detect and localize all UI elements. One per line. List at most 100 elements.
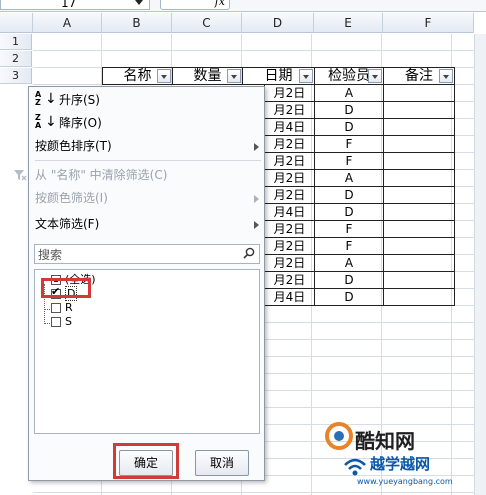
checkbox-unchecked[interactable] — [51, 303, 61, 313]
filter-dropdown-button[interactable] — [227, 69, 241, 83]
table-cell[interactable]: D — [314, 204, 384, 221]
table-cell[interactable]: D — [314, 272, 384, 289]
table-cell[interactable]: 月2日 — [264, 170, 315, 187]
menu-item-label: 升序(S) — [59, 93, 100, 107]
menu-item-sort-descending[interactable]: Z A ↓ 降序(O) — [35, 112, 259, 134]
table-cell[interactable]: D — [314, 119, 384, 136]
menu-item-label: 降序(O) — [59, 116, 102, 130]
table-header-remarks: 备注 — [383, 67, 455, 85]
filter-dropdown-button[interactable] — [157, 69, 171, 83]
brand-logo-icon — [325, 422, 353, 450]
remarks-column — [383, 85, 455, 306]
table-cell[interactable]: 月2日 — [264, 238, 315, 255]
inspector-column: ADDFFADDFFADD — [314, 85, 384, 306]
row-header-3[interactable]: 3 — [0, 68, 32, 84]
search-placeholder: 搜索 — [38, 248, 63, 262]
name-box[interactable]: 17 — [0, 0, 150, 10]
submenu-arrow-icon — [254, 143, 259, 151]
filter-dropdown-button[interactable] — [368, 69, 382, 83]
column-header-c[interactable]: C — [172, 13, 242, 33]
table-cell[interactable] — [383, 187, 455, 204]
table-cell[interactable]: F — [314, 238, 384, 255]
table-cell[interactable]: 月2日 — [264, 272, 315, 289]
list-item-label: S — [65, 315, 72, 328]
date-column: 月2日 月2日 月4日 月2日 月2日 月2日 月2日 月4日 月2日 月2日 月2日 月2日 月4日 — [264, 85, 315, 306]
table-header-name: 名称 — [102, 67, 173, 85]
table-cell[interactable] — [383, 238, 455, 255]
table-header-label: 检验员 — [328, 68, 370, 84]
filter-search-input[interactable]: 搜索 — [34, 244, 260, 264]
column-header-a[interactable]: A — [33, 13, 102, 33]
table-cell[interactable]: F — [314, 153, 384, 170]
table-cell[interactable] — [383, 289, 455, 306]
table-cell[interactable]: 月4日 — [264, 289, 315, 306]
table-header-inspector: 检验员 — [314, 67, 384, 85]
watermark-url: www.yueyangbang.com — [357, 477, 453, 486]
menu-item-filter-by-color: 按颜色筛选(I) — [35, 187, 261, 209]
menu-item-sort-ascending[interactable]: A Z ↓ 升序(S) — [35, 89, 259, 111]
table-cell[interactable]: 月2日 — [264, 221, 315, 238]
table-cell[interactable]: 月2日 — [264, 187, 315, 204]
menu-separator — [35, 160, 261, 161]
column-header-f[interactable]: F — [383, 13, 474, 33]
item-d-highlight — [41, 278, 91, 298]
table-header-label: 日期 — [264, 68, 293, 84]
row-header-1[interactable]: 1 — [0, 34, 32, 50]
list-item-r[interactable]: R — [51, 302, 73, 316]
table-cell[interactable]: 月4日 — [264, 119, 315, 136]
table-cell[interactable] — [383, 272, 455, 289]
table-cell[interactable] — [383, 136, 455, 153]
table-cell[interactable]: A — [314, 255, 384, 272]
table-cell[interactable]: A — [314, 170, 384, 187]
sort-descending-icon: Z A ↓ — [35, 113, 57, 130]
table-cell[interactable] — [383, 170, 455, 187]
table-cell[interactable] — [383, 255, 455, 272]
cancel-button[interactable]: 取消 — [195, 450, 249, 476]
table-cell[interactable]: D — [314, 187, 384, 204]
table-cell[interactable]: 月2日 — [264, 255, 315, 272]
table-cell[interactable]: 月4日 — [264, 204, 315, 221]
column-header-e[interactable]: E — [314, 13, 383, 33]
filter-dropdown-button[interactable] — [439, 69, 453, 83]
table-header-date: 日期 — [242, 67, 315, 85]
checkbox-unchecked[interactable] — [51, 317, 61, 327]
table-cell[interactable]: D — [314, 289, 384, 306]
menu-item-text-filter[interactable]: 文本筛选(F) — [35, 213, 261, 235]
watermark-site: 越学越网 — [370, 455, 431, 473]
search-icon — [243, 247, 255, 259]
menu-item-label: 按颜色排序(T) — [35, 139, 112, 153]
table-cell[interactable]: 月2日 — [264, 153, 315, 170]
table-cell[interactable]: D — [314, 102, 384, 119]
fx-button[interactable]: fx — [160, 0, 230, 10]
filter-dropdown-button[interactable] — [299, 69, 313, 83]
table-cell[interactable] — [383, 153, 455, 170]
table-cell[interactable] — [383, 204, 455, 221]
menu-item-sort-by-color[interactable]: 按颜色排序(T) — [35, 135, 261, 157]
table-cell[interactable]: A — [314, 85, 384, 102]
wifi-logo-icon — [344, 458, 366, 476]
column-header-b[interactable]: B — [102, 13, 172, 33]
name-box-value: 17 — [61, 0, 77, 10]
table-header-label: 名称 — [123, 68, 152, 84]
clear-filter-icon — [14, 170, 27, 181]
column-header-d[interactable]: D — [242, 13, 314, 33]
table-cell[interactable] — [383, 85, 455, 102]
table-cell[interactable]: F — [314, 221, 384, 238]
table-cell[interactable]: 月2日 — [264, 102, 315, 119]
select-all-corner[interactable] — [0, 13, 33, 33]
table-cell[interactable]: 月2日 — [264, 136, 315, 153]
watermark-brand: 酷知网 — [355, 429, 415, 453]
table-cell[interactable] — [383, 221, 455, 238]
table-header-label: 备注 — [405, 68, 433, 84]
row-header-2[interactable]: 2 — [0, 51, 32, 67]
menu-item-label: 文本筛选(F) — [35, 217, 100, 231]
sort-ascending-icon: A Z ↓ — [35, 90, 57, 107]
table-cell[interactable] — [383, 102, 455, 119]
table-cell[interactable] — [383, 119, 455, 136]
list-item-s[interactable]: S — [51, 315, 72, 330]
watermark: 酷知网 越学越网 www.yueyangbang.com — [315, 415, 486, 495]
table-cell[interactable]: F — [314, 136, 384, 153]
formula-bar: 17 fx — [0, 0, 486, 12]
table-header-quantity: 数量 — [172, 67, 243, 85]
table-cell[interactable]: 月2日 — [264, 85, 315, 102]
